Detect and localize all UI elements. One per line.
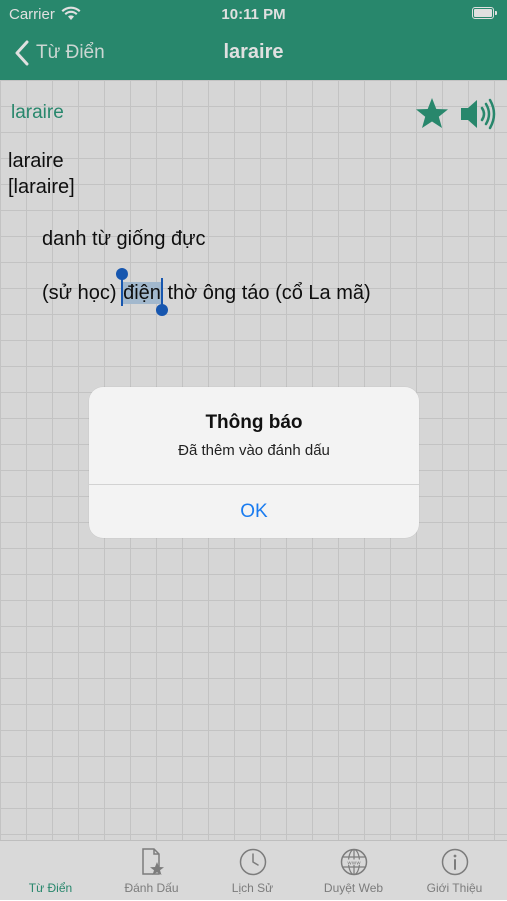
alert-ok-button[interactable]: OK: [89, 485, 419, 538]
alert-title: Thông báo: [205, 412, 303, 433]
alert-dialog: Thông báo Đã thêm vào đánh dấu OK: [89, 387, 419, 538]
alert-message: Đã thêm vào đánh dấu: [178, 442, 330, 459]
